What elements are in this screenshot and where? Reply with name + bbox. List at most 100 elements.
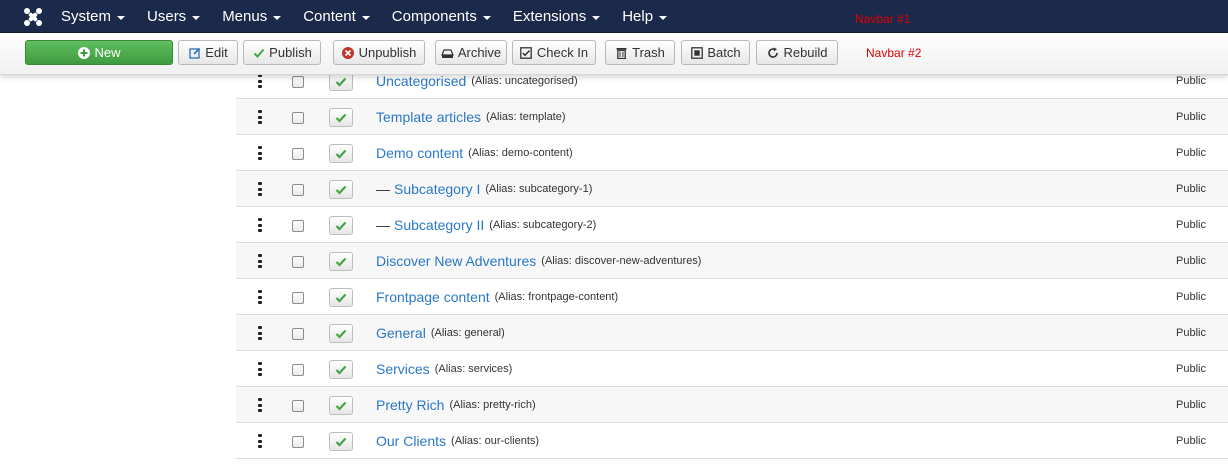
- check-icon: [335, 437, 347, 447]
- drag-handle-icon[interactable]: [258, 254, 262, 268]
- row-checkbox[interactable]: [292, 112, 304, 124]
- table-row: Our Clients (Alias: our-clients) Public: [236, 423, 1228, 459]
- category-title-cell: General (Alias: general): [376, 315, 505, 351]
- refresh-icon: [766, 46, 779, 59]
- category-alias: (Alias: demo-content): [468, 147, 573, 159]
- category-title-link[interactable]: General: [376, 325, 426, 341]
- publish-status-toggle[interactable]: [329, 360, 353, 379]
- category-title-link[interactable]: Template articles: [376, 109, 481, 125]
- row-checkbox[interactable]: [292, 400, 304, 412]
- publish-status-toggle[interactable]: [329, 396, 353, 415]
- publish-button[interactable]: Publish: [243, 40, 321, 65]
- category-alias: (Alias: services): [434, 363, 513, 375]
- row-checkbox[interactable]: [292, 436, 304, 448]
- batch-button[interactable]: Batch: [681, 40, 750, 65]
- publish-status-toggle[interactable]: [329, 108, 353, 127]
- table-row: — Subcategory I (Alias: subcategory-1) Publ…: [236, 171, 1228, 207]
- menu-users-label: Users: [147, 8, 187, 25]
- chevron-down-icon: [192, 15, 201, 20]
- menu-menus[interactable]: Menus: [211, 0, 292, 33]
- category-title-link[interactable]: Services: [376, 361, 430, 377]
- check-icon: [335, 77, 347, 87]
- publish-status-toggle[interactable]: [329, 432, 353, 451]
- rebuild-button[interactable]: Rebuild: [756, 40, 838, 65]
- table-row: Services (Alias: services) Public: [236, 351, 1228, 387]
- drag-handle-icon[interactable]: [258, 290, 262, 304]
- menu-components[interactable]: Components: [381, 0, 502, 33]
- new-button[interactable]: New: [25, 40, 173, 65]
- check-in-button[interactable]: Check In: [512, 40, 596, 65]
- row-checkbox[interactable]: [292, 184, 304, 196]
- check-in-button-label: Check In: [536, 45, 589, 60]
- row-checkbox[interactable]: [292, 364, 304, 376]
- menu-system[interactable]: System: [50, 0, 136, 33]
- drag-handle-icon[interactable]: [258, 218, 262, 232]
- unpublish-icon: [342, 46, 355, 59]
- category-title-link[interactable]: Demo content: [376, 145, 463, 161]
- table-row: Discover New Adventures (Alias: discover-…: [236, 243, 1228, 279]
- row-checkbox[interactable]: [292, 256, 304, 268]
- publish-status-toggle[interactable]: [329, 180, 353, 199]
- drag-handle-icon[interactable]: [258, 362, 262, 376]
- drag-handle-icon[interactable]: [258, 398, 262, 412]
- category-alias: (Alias: general): [430, 327, 505, 339]
- category-title-cell: Services (Alias: services): [376, 351, 512, 387]
- edit-button[interactable]: Edit: [178, 40, 238, 65]
- category-title-link[interactable]: Uncategorised: [376, 73, 466, 89]
- unpublish-button[interactable]: Unpublish: [333, 40, 425, 65]
- row-checkbox[interactable]: [292, 76, 304, 88]
- check-icon: [335, 221, 347, 231]
- category-title-link[interactable]: Subcategory I: [394, 181, 480, 197]
- drag-handle-icon[interactable]: [258, 326, 262, 340]
- menu-content-label: Content: [303, 8, 356, 25]
- drag-handle-icon[interactable]: [258, 74, 262, 88]
- publish-status-toggle[interactable]: [329, 216, 353, 235]
- chevron-down-icon: [592, 15, 601, 20]
- archive-button-label: Archive: [457, 45, 502, 60]
- category-alias: (Alias: pretty-rich): [449, 399, 536, 411]
- category-title-link[interactable]: Our Clients: [376, 433, 446, 449]
- publish-status-toggle[interactable]: [329, 144, 353, 163]
- menu-extensions[interactable]: Extensions: [502, 0, 611, 33]
- trash-icon: [615, 46, 628, 59]
- row-checkbox[interactable]: [292, 292, 304, 304]
- access-level: Public: [1176, 399, 1206, 411]
- drag-handle-icon[interactable]: [258, 110, 262, 124]
- row-checkbox[interactable]: [292, 148, 304, 160]
- row-checkbox[interactable]: [292, 220, 304, 232]
- category-alias: (Alias: frontpage-content): [494, 291, 619, 303]
- toolbar: New Edit Publish Unpublish Archive Check…: [0, 33, 1228, 75]
- check-icon: [252, 46, 265, 59]
- drag-handle-icon[interactable]: [258, 146, 262, 160]
- joomla-logo-icon[interactable]: [22, 6, 44, 28]
- category-title-link[interactable]: Discover New Adventures: [376, 253, 536, 269]
- trash-button[interactable]: Trash: [605, 40, 675, 65]
- archive-button[interactable]: Archive: [435, 40, 507, 65]
- checkbox-icon: [520, 46, 533, 59]
- table-row: Template articles (Alias: template) Public: [236, 99, 1228, 135]
- menu-users[interactable]: Users: [136, 0, 211, 33]
- chevron-down-icon: [482, 15, 491, 20]
- category-title-cell: — Subcategory I (Alias: subcategory-1): [376, 171, 592, 207]
- menu-help[interactable]: Help: [611, 0, 678, 33]
- category-title-link[interactable]: Frontpage content: [376, 289, 490, 305]
- drag-handle-icon[interactable]: [258, 182, 262, 196]
- batch-button-label: Batch: [707, 45, 741, 60]
- batch-icon: [690, 46, 703, 59]
- access-level: Public: [1176, 219, 1206, 231]
- publish-status-toggle[interactable]: [329, 324, 353, 343]
- category-title-link[interactable]: Subcategory II: [394, 217, 484, 233]
- check-icon: [335, 401, 347, 411]
- category-alias: (Alias: our-clients): [451, 435, 540, 447]
- access-level: Public: [1176, 435, 1206, 447]
- category-title-link[interactable]: Pretty Rich: [376, 397, 444, 413]
- publish-status-toggle[interactable]: [329, 252, 353, 271]
- publish-status-toggle[interactable]: [329, 288, 353, 307]
- access-level: Public: [1176, 111, 1206, 123]
- row-checkbox[interactable]: [292, 328, 304, 340]
- publish-button-label: Publish: [269, 45, 312, 60]
- access-level: Public: [1176, 363, 1206, 375]
- drag-handle-icon[interactable]: [258, 434, 262, 448]
- archive-icon: [440, 46, 454, 59]
- menu-content[interactable]: Content: [292, 0, 381, 33]
